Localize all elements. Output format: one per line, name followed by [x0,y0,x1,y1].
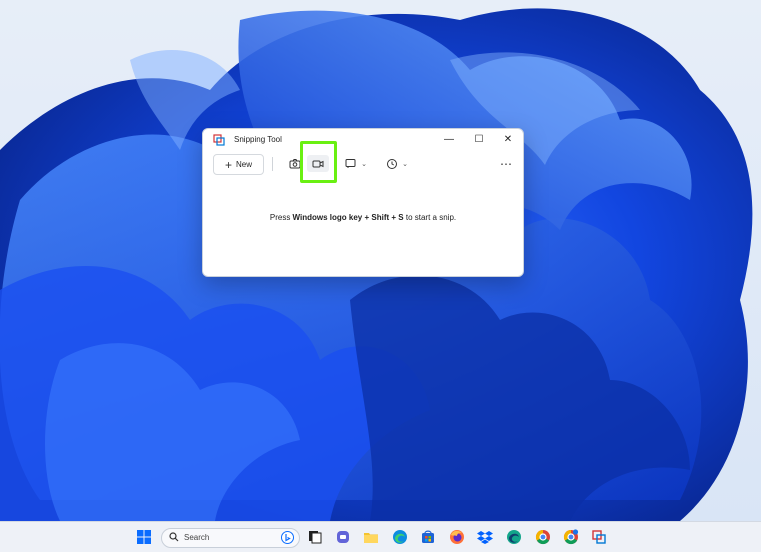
chevron-down-icon: ⌄ [402,160,408,168]
edge-icon [393,530,407,544]
close-icon: ✕ [503,133,513,145]
firefox-button[interactable] [448,528,466,546]
teams-button[interactable] [334,528,352,546]
edge-dev-button[interactable] [505,528,523,546]
search-placeholder: Search [184,533,210,542]
dropbox-button[interactable] [476,528,494,546]
clock-icon [387,158,398,169]
dropbox-icon [477,531,493,544]
bing-icon [281,531,294,544]
snipping-tool-taskbar-button[interactable] [590,528,608,546]
hint-key-shift: Shift [371,213,390,222]
chrome-button[interactable] [534,528,552,546]
teams-icon [337,531,349,543]
more-icon: ⋯ [500,156,512,171]
search-icon [169,532,179,542]
new-button-label: New [236,160,253,169]
taskbar-search[interactable]: Search [161,528,300,548]
edge-dev-icon [507,530,521,544]
start-snip-hint: Press Windows logo key + Shift + S to st… [203,213,523,222]
file-explorer-button[interactable] [362,528,380,546]
toolbar: + New ⌄ ⌄ ⋯ [203,151,523,179]
rectangle-snip-icon [345,159,356,168]
store-button[interactable] [419,528,437,546]
chrome-icon [535,529,550,545]
chrome-beta-icon [563,529,579,545]
firefox-icon [450,530,464,544]
minimize-icon: — [444,133,454,145]
maximize-button[interactable]: ☐ [464,129,494,149]
snipping-tool-icon [592,530,606,544]
title-bar[interactable]: Snipping Tool — ☐ ✕ [203,129,523,151]
more-options-button[interactable]: ⋯ [496,155,516,172]
toolbar-divider [272,157,273,171]
chrome-beta-button[interactable] [562,528,580,546]
hint-suffix: to start a snip. [403,213,457,222]
record-button-highlight [300,141,337,183]
window-title: Snipping Tool [234,135,282,144]
snip-shape-dropdown[interactable]: ⌄ [341,155,371,172]
start-icon [137,530,151,544]
hint-plus: + [389,213,399,222]
snipping-tool-window[interactable]: Snipping Tool — ☐ ✕ + New ⌄ ⌄ ⋯ Press Wi… [202,128,524,277]
taskbar: Search [0,521,761,552]
start-button[interactable] [135,528,153,546]
hint-prefix: Press [269,213,293,222]
file-explorer-icon [364,533,378,543]
task-view-icon [309,531,322,544]
close-button[interactable]: ✕ [493,129,523,149]
snipping-tool-app-icon [213,134,225,146]
new-snip-button[interactable]: + New [213,154,264,175]
minimize-button[interactable]: — [434,129,464,149]
task-view-button[interactable] [306,528,324,546]
edge-button[interactable] [391,528,409,546]
plus-icon: + [224,157,232,172]
store-icon [422,530,434,543]
maximize-icon: ☐ [474,133,484,145]
hint-key-windows: Windows logo key [292,213,363,222]
chevron-down-icon: ⌄ [361,160,367,168]
snip-delay-dropdown[interactable]: ⌄ [381,155,413,172]
